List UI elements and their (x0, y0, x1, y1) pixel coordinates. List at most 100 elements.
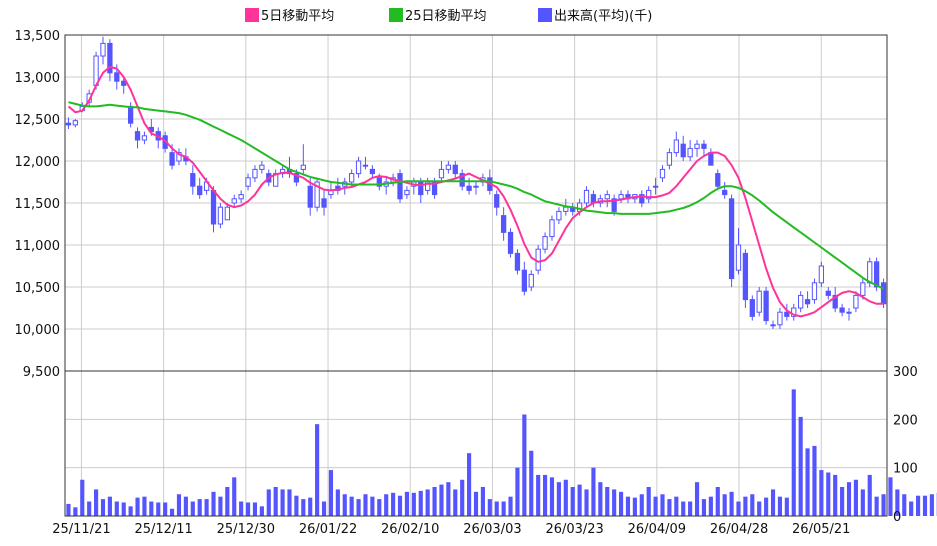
candle-body (363, 165, 367, 166)
candle-body (716, 174, 720, 187)
legend-item-ma5: 5日移動平均 (245, 8, 334, 24)
volume-bar (881, 494, 885, 516)
volume-bar (488, 499, 492, 516)
volume-bar (363, 494, 367, 516)
volume-bar (232, 477, 236, 516)
volume-bar (108, 497, 112, 516)
volume-tick-label: 300 (893, 365, 918, 380)
candle-body (653, 186, 657, 187)
volume-bar (129, 506, 133, 516)
volume-bar (94, 489, 98, 516)
price-tick-label: 9,500 (23, 365, 60, 380)
volume-bar (170, 509, 174, 516)
volume-bar (177, 494, 181, 516)
candle-body (73, 121, 77, 125)
candle-body (308, 186, 312, 207)
candle-body (419, 182, 423, 195)
legend: 5日移動平均 25日移動平均 出来高(平均)(千) (245, 8, 652, 24)
x-tick-label: 26/03/03 (463, 522, 521, 537)
volume-bar (453, 489, 457, 516)
volume-bar (225, 487, 229, 516)
volume-bar (681, 502, 685, 517)
volume-bar (218, 497, 222, 516)
candle-body (723, 190, 727, 194)
volume-bar (557, 482, 561, 516)
volume-tick-label: 0 (893, 510, 901, 525)
volume-bar (826, 473, 830, 517)
candle-body (861, 283, 865, 296)
volume-bar (529, 451, 533, 516)
candle-body (771, 325, 775, 326)
volume-bar (840, 487, 844, 516)
volume-bar (308, 498, 312, 516)
volume-bar (598, 482, 602, 516)
candle-body (702, 144, 706, 148)
x-tick-label: 26/01/22 (299, 522, 357, 537)
volume-bar (115, 502, 119, 517)
candle-body (750, 300, 754, 317)
grid-layer (65, 35, 887, 516)
candle-body (874, 262, 878, 287)
volume-bar (764, 498, 768, 516)
volume-bar (384, 494, 388, 516)
volume-bar (426, 489, 430, 516)
volume-bar (792, 389, 796, 516)
price-tick-label: 13,500 (15, 29, 61, 44)
volume-bar (184, 497, 188, 516)
candle-body (674, 140, 678, 153)
candle-body (743, 253, 747, 299)
candle-body (819, 266, 823, 283)
volume-bar (667, 499, 671, 516)
volume-bar (654, 497, 658, 516)
volume-bar (812, 446, 816, 516)
price-tick-label: 10,000 (15, 323, 61, 338)
legend-item-ma25: 25日移動平均 (389, 8, 487, 24)
ma25-line (69, 102, 884, 289)
candle-body (812, 283, 816, 300)
x-tick-label: 26/02/10 (381, 522, 439, 537)
volume-bar (142, 497, 146, 516)
volume-bar (688, 502, 692, 517)
volume-bar (149, 502, 153, 517)
volume-bar (80, 480, 84, 516)
x-tick-label: 25/12/30 (217, 522, 275, 537)
volume-bar (730, 492, 734, 516)
volume-bar (633, 498, 637, 516)
volume-bars (66, 389, 937, 516)
price-tick-label: 13,000 (15, 71, 61, 86)
candle-body (260, 165, 264, 169)
volume-bar (467, 453, 471, 516)
volume-bar (211, 492, 215, 516)
volume-bar (778, 497, 782, 516)
volume-tick-label: 200 (893, 413, 918, 428)
candle-body (778, 312, 782, 325)
candle-body (495, 195, 499, 208)
volume-bar (660, 494, 664, 516)
candle-body (619, 195, 623, 199)
volume-bar (868, 475, 872, 516)
candle-body (799, 295, 803, 308)
volume-bar (370, 497, 374, 516)
volume-bar (757, 502, 761, 517)
price-tick-label: 11,500 (15, 197, 61, 212)
legend-swatch-ma5 (245, 8, 259, 22)
candle-body (868, 262, 872, 283)
volume-bar (591, 468, 595, 516)
candle-body (170, 153, 174, 166)
volume-bar (854, 480, 858, 516)
volume-bar (584, 489, 588, 516)
volume-bar (419, 491, 423, 516)
chart-canvas: 5日移動平均 25日移動平均 出来高(平均)(千) 9,50010,00010,… (0, 0, 937, 542)
candle-body (764, 291, 768, 320)
volume-bar (875, 497, 879, 516)
volume-bar (743, 497, 747, 516)
volume-bar (508, 497, 512, 516)
legend-label-ma5: 5日移動平均 (261, 9, 334, 24)
candle-body (688, 148, 692, 156)
volume-bar (377, 499, 381, 516)
candle-body (439, 169, 443, 177)
candle-body (142, 136, 146, 140)
volume-bar (709, 497, 713, 516)
volume-bar (191, 502, 195, 517)
volume-bar (716, 487, 720, 516)
